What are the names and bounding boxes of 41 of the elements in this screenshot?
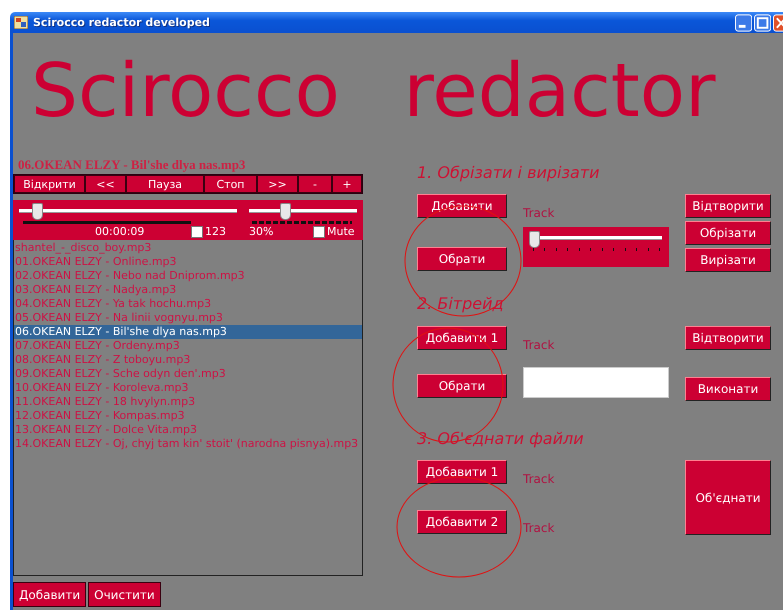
track-label: Track [523,472,554,486]
toolbar-button[interactable]: Пауза [126,175,204,193]
choose-button[interactable]: Обрати [417,374,507,398]
toolbar-button[interactable]: + [332,175,362,193]
add-button[interactable]: Добавити 1 [417,460,507,484]
toolbar-button[interactable]: Відкрити [14,175,85,193]
track-label: Track [523,338,554,352]
track-label: Track [523,206,554,220]
play-button[interactable]: Відтворити [685,326,771,350]
toolbar-button[interactable]: >> [257,175,298,193]
toolbar-button[interactable]: - [298,175,332,193]
execute-button[interactable]: Виконати [685,377,771,401]
action-button[interactable]: Вирізати [685,248,771,272]
toolbar-button[interactable]: Стоп [204,175,257,193]
seek-slider[interactable] [19,203,237,219]
time-display: 00:00:09 [95,225,146,238]
playlist-button[interactable]: Очистити [88,582,161,607]
choose-button[interactable]: Обрати [417,247,507,271]
app-icon [14,16,28,29]
merge-button[interactable]: Об'єднати [685,460,771,535]
now-playing: 06.OKEAN ELZY - Bil'she dlya nas.mp3 [18,157,246,174]
playlist-button[interactable]: Добавити [13,582,86,607]
action-button[interactable]: Відтворити [685,194,771,218]
toolbar-button[interactable]: << [85,175,126,193]
app-title: Scirocco redactor [30,47,717,136]
action-button[interactable]: Обрізати [685,221,771,245]
track-slider[interactable] [530,231,662,247]
maximize-icon[interactable] [754,14,772,32]
loop-checkbox[interactable]: 123 [191,225,226,238]
section-heading: 1. Обрізати і вирізати [417,163,601,183]
add-button[interactable]: Добавити 2 [417,510,507,534]
volume-reading: 30% [249,225,274,238]
add-button[interactable]: Добавити 1 [417,326,507,350]
track-label: Track [523,521,554,535]
volume-slider[interactable] [249,203,357,219]
bitrate-field[interactable] [523,367,669,398]
mute-checkbox[interactable]: Mute [313,225,355,238]
window-title: Scirocco redactor developed [33,16,210,29]
playlist-item[interactable]: 06.OKEAN ELZY - Bil'she dlya nas.mp3 [14,325,362,339]
close-icon[interactable] [773,14,783,32]
minimize-icon[interactable] [735,14,752,32]
